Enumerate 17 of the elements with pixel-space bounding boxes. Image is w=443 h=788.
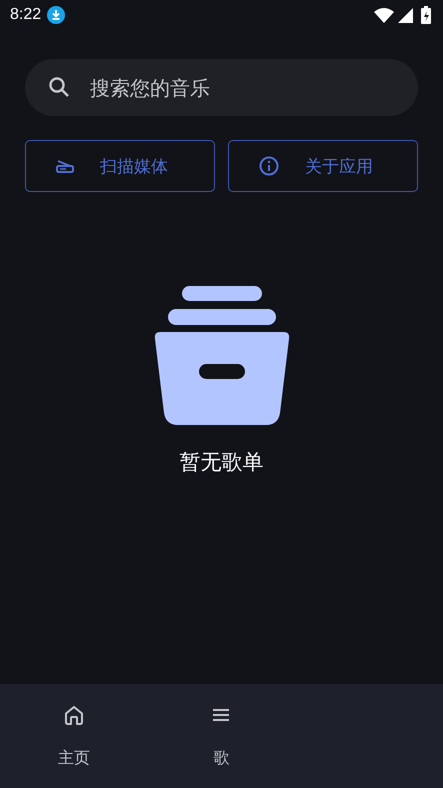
- nav-item[interactable]: 主页: [0, 684, 148, 788]
- signal-icon: [398, 8, 413, 22]
- nav-item[interactable]: 歌: [148, 684, 296, 788]
- home-icon: [62, 704, 85, 726]
- status-time: 8:22: [10, 6, 42, 24]
- scan-media-button[interactable]: 扫描媒体: [25, 140, 215, 192]
- search-icon: [47, 75, 71, 99]
- info-icon: [259, 156, 279, 176]
- about-button[interactable]: 关于应用: [228, 140, 418, 192]
- scanner-icon: [56, 159, 74, 173]
- wifi-icon: [374, 8, 394, 22]
- download-icon: [47, 6, 66, 24]
- menu-icon: [213, 708, 230, 722]
- search-field[interactable]: 搜索您的音乐: [25, 59, 418, 116]
- battery-icon: [421, 6, 431, 24]
- archive-box-icon: [154, 286, 290, 426]
- empty-message: 暂无歌单: [180, 449, 264, 476]
